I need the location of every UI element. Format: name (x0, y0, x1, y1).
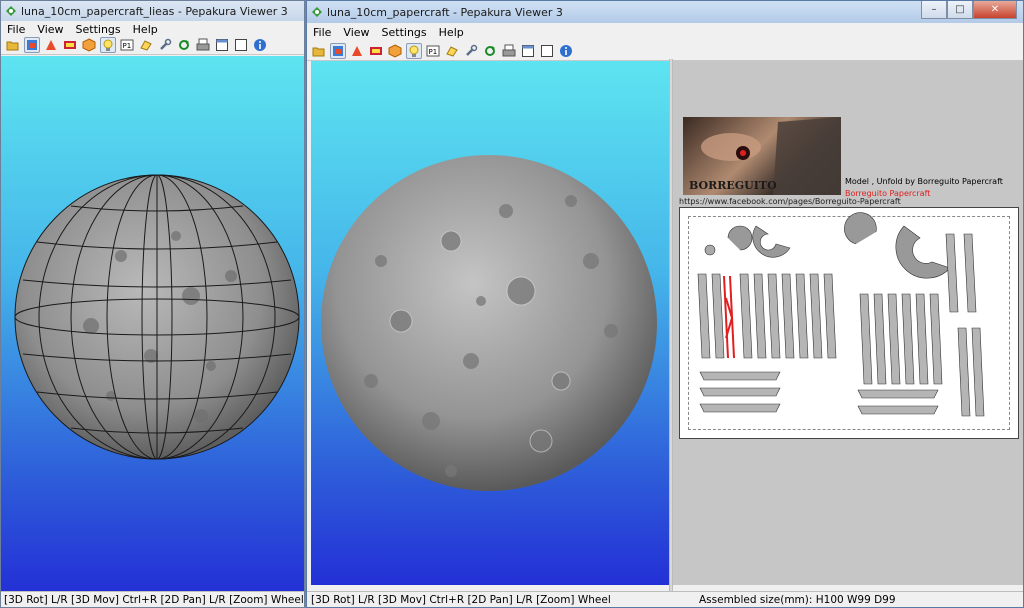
paper-viewport[interactable]: BORREGUITO Model , Unfold by Borreguito … (673, 61, 1023, 585)
maximize-button[interactable]: □ (947, 1, 973, 19)
print-icon[interactable] (195, 37, 211, 53)
open-icon[interactable] (5, 37, 21, 53)
info-icon[interactable] (558, 43, 574, 59)
window-icon[interactable] (520, 43, 536, 59)
banner-text: BORREGUITO (689, 179, 777, 192)
minimize-button[interactable]: – (921, 1, 947, 19)
credit-line: Model , Unfold by Borreguito Papercraft (845, 177, 1003, 186)
left-titlebar[interactable]: luna_10cm_papercraft_lieas - Pepakura Vi… (1, 1, 304, 21)
print-icon[interactable] (501, 43, 517, 59)
app-icon (311, 6, 323, 18)
rotate-icon[interactable] (176, 37, 192, 53)
right-status-text: [3D Rot] L/R [3D Mov] Ctrl+R [2D Pan] L/… (311, 593, 611, 606)
cube-icon[interactable] (81, 37, 97, 53)
info-icon[interactable] (252, 37, 268, 53)
moon-wireframe-sphere (14, 174, 300, 460)
right-3d-viewport[interactable] (311, 61, 669, 585)
wrench-icon[interactable] (463, 43, 479, 59)
close-button[interactable]: ✕ (973, 1, 1017, 19)
page-number-icon[interactable]: P1 (425, 43, 441, 59)
right-window: luna_10cm_papercraft - Pepakura Viewer 3… (306, 0, 1024, 608)
cube-icon[interactable] (387, 43, 403, 59)
paper-view-icon[interactable] (43, 37, 59, 53)
paper-sheet (679, 207, 1019, 439)
lightbulb-icon[interactable] (100, 36, 116, 53)
face-artwork: BORREGUITO (689, 117, 841, 195)
wrench-icon[interactable] (157, 37, 173, 53)
flap-icon[interactable] (138, 37, 154, 53)
right-titlebar[interactable]: luna_10cm_papercraft - Pepakura Viewer 3 (307, 1, 1023, 23)
left-window-title: luna_10cm_papercraft_lieas - Pepakura Vi… (21, 4, 288, 18)
window-icon[interactable] (214, 37, 230, 53)
left-statusbar: [3D Rot] L/R [3D Mov] Ctrl+R [2D Pan] L/… (1, 591, 304, 607)
left-toolbar: P1 (1, 35, 304, 55)
3d-view-icon[interactable] (330, 42, 346, 59)
left-window: luna_10cm_papercraft_lieas - Pepakura Vi… (0, 0, 305, 608)
paper-view-icon[interactable] (349, 43, 365, 59)
moon-textured-sphere (321, 155, 657, 491)
menu-view[interactable]: View (337, 26, 375, 39)
lightbulb-icon[interactable] (406, 42, 422, 59)
menu-help[interactable]: Help (433, 26, 470, 39)
author-banner-image: BORREGUITO (683, 117, 841, 195)
right-menubar: File View Settings Help (307, 23, 1023, 41)
3d-view-icon[interactable] (24, 36, 40, 53)
menu-settings[interactable]: Settings (376, 26, 433, 39)
window2-icon[interactable] (233, 37, 249, 53)
window-controls: – □ ✕ (921, 1, 1017, 19)
highlighted-edges (723, 275, 735, 359)
left-status-text: [3D Rot] L/R [3D Mov] Ctrl+R [2D Pan] L/… (4, 593, 304, 606)
left-3d-viewport[interactable] (1, 56, 304, 593)
right-toolbar: P1 (307, 41, 1023, 61)
menu-file[interactable]: File (307, 26, 337, 39)
svg-text:P1: P1 (429, 48, 438, 56)
assembled-size-text: Assembled size(mm): H100 W99 D99 (699, 593, 896, 606)
right-window-title: luna_10cm_papercraft - Pepakura Viewer 3 (327, 5, 563, 19)
app-icon (5, 5, 17, 17)
right-statusbar: [3D Rot] L/R [3D Mov] Ctrl+R [2D Pan] L/… (307, 591, 1023, 607)
texture-icon[interactable] (368, 43, 384, 59)
page-number-icon[interactable]: P1 (119, 37, 135, 53)
svg-text:P1: P1 (123, 42, 132, 50)
open-icon[interactable] (311, 43, 327, 59)
window2-icon[interactable] (539, 43, 555, 59)
flap-icon[interactable] (444, 43, 460, 59)
texture-icon[interactable] (62, 37, 78, 53)
rotate-icon[interactable] (482, 43, 498, 59)
unfolded-parts (697, 212, 985, 417)
credit-url[interactable]: https://www.facebook.com/pages/Borreguit… (679, 197, 901, 206)
